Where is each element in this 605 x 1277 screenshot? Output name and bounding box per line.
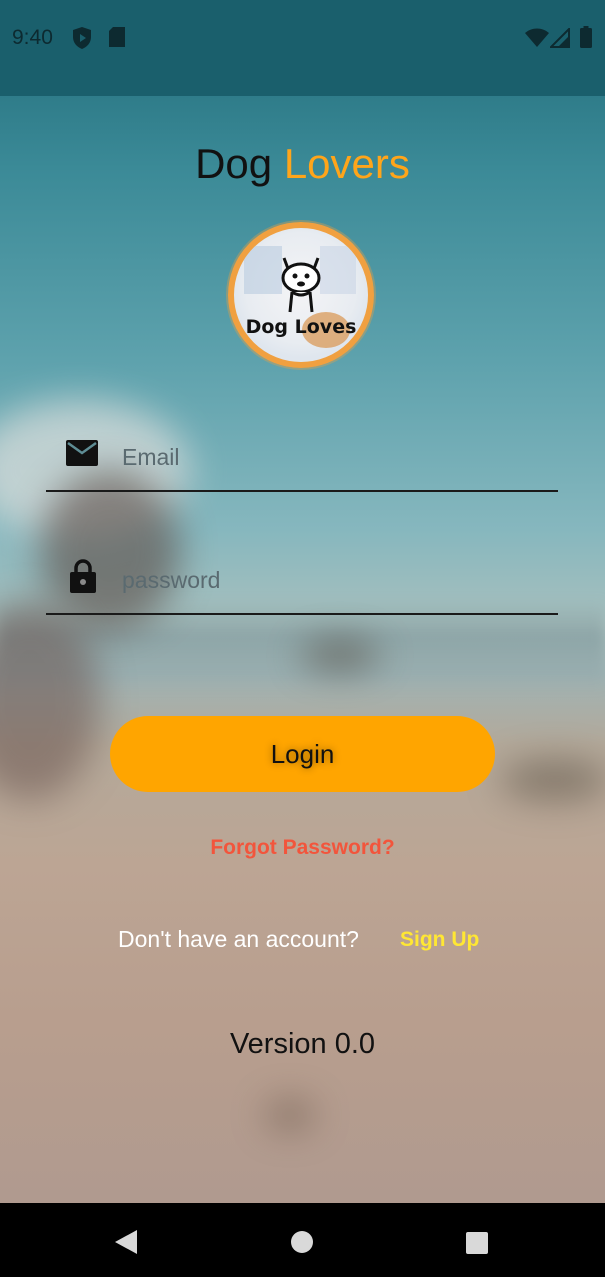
app-title-word2: Lovers: [283, 140, 410, 187]
battery-icon: [580, 26, 592, 53]
app-title-word1: Dog: [195, 140, 273, 187]
signal-icon: [548, 26, 570, 53]
shield-icon: [72, 26, 92, 55]
sd-card-icon: [108, 26, 126, 53]
signup-link[interactable]: Sign Up: [400, 928, 479, 952]
email-input[interactable]: [120, 436, 544, 478]
lock-icon: [70, 559, 96, 598]
background-rock: [300, 640, 380, 670]
status-time: 9:40: [12, 26, 53, 49]
status-bar: 9:40: [0, 0, 605, 96]
login-button[interactable]: Login: [110, 716, 495, 792]
wifi-icon: [525, 28, 549, 53]
forgot-password-link[interactable]: Forgot Password?: [0, 836, 605, 860]
signup-prompt: Don't have an account?: [118, 926, 359, 952]
email-field: [46, 422, 558, 492]
version-label: Version 0.0: [229, 1028, 376, 1060]
mail-icon: [66, 440, 98, 471]
login-screen: 9:40 Dog Lovers Dog Loves Email Login Fo…: [0, 0, 605, 1203]
navigation-bar: [0, 1203, 605, 1277]
logo-text: Dog Loves: [245, 316, 357, 338]
back-icon[interactable]: [114, 1229, 138, 1260]
home-icon[interactable]: [290, 1230, 314, 1259]
recents-icon[interactable]: [465, 1231, 489, 1260]
password-field: [46, 545, 558, 615]
app-title: Dog Lovers: [0, 140, 605, 188]
app-logo: Dog Loves: [228, 222, 374, 368]
dog-drawing-icon: [244, 246, 356, 348]
background-rock: [265, 1100, 315, 1130]
password-input[interactable]: [120, 559, 544, 601]
background-rock: [500, 760, 605, 800]
